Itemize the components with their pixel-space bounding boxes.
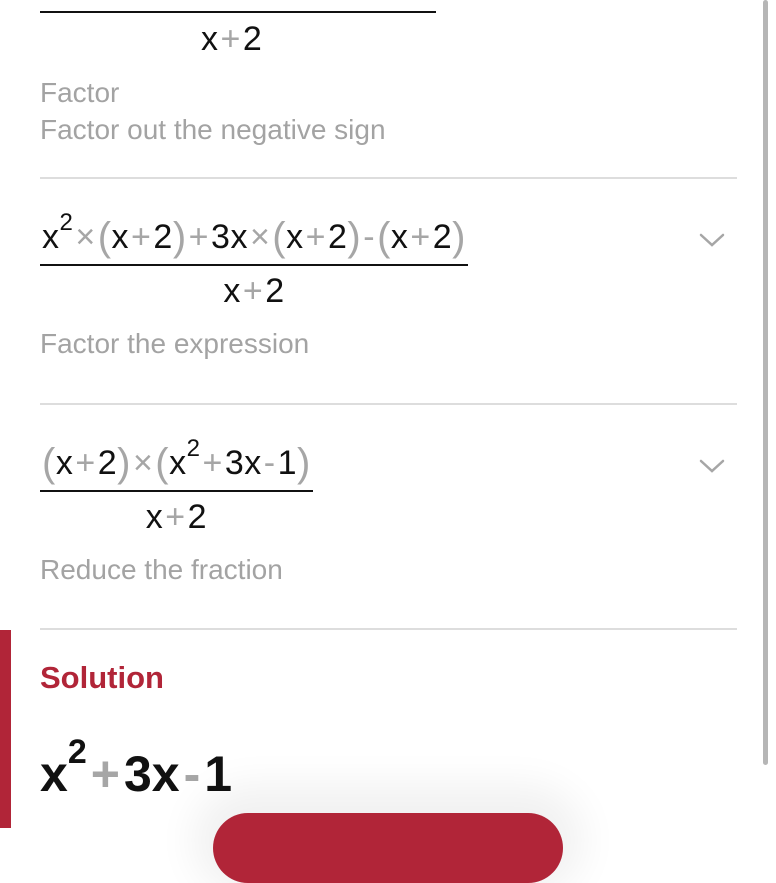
var: x	[201, 20, 219, 58]
divider	[40, 403, 737, 405]
var: x	[390, 218, 409, 256]
var: x	[244, 444, 262, 482]
times-op: ×	[249, 218, 271, 256]
step-1-denominator: x+2	[201, 20, 262, 59]
step-2-fraction: x2×(x+2)+3x×(x+2)-(x+2) x+2	[40, 211, 468, 311]
rparen: )	[172, 215, 187, 259]
divider	[40, 628, 737, 630]
plus-op: +	[410, 218, 431, 256]
step-3-description: Reduce the fraction	[40, 554, 283, 585]
var: x	[55, 444, 74, 482]
times-op: ×	[75, 218, 96, 256]
exponent: 2	[186, 435, 201, 462]
primary-action-button[interactable]	[213, 813, 563, 883]
var: x	[40, 746, 68, 802]
step-3[interactable]: (x+2)×(x2+3x-1) x+2 Reduce the fraction	[40, 437, 737, 588]
fraction-bar	[40, 11, 436, 13]
scrollbar[interactable]	[763, 0, 768, 765]
minus-op: -	[263, 444, 276, 482]
plus-op: +	[75, 444, 96, 482]
chevron-down-icon[interactable]	[699, 233, 725, 247]
step-2[interactable]: x2×(x+2)+3x×(x+2)-(x+2) x+2 Factor the e…	[40, 211, 737, 362]
times-op: ×	[132, 444, 154, 482]
var: x	[230, 218, 248, 256]
lparen: (	[377, 215, 391, 259]
const: 2	[265, 272, 285, 310]
solution-expression: x2+3x-1	[40, 735, 233, 803]
coef: 3	[211, 218, 231, 256]
var: x	[42, 218, 60, 256]
const: 1	[277, 444, 298, 482]
const: 2	[187, 498, 208, 536]
chevron-down-icon[interactable]	[699, 459, 725, 473]
plus-op: +	[131, 218, 152, 256]
divider	[40, 177, 737, 179]
step-title: Factor	[40, 77, 120, 108]
var: x	[169, 444, 187, 482]
var: x	[151, 746, 180, 802]
rparen: )	[297, 441, 311, 485]
plus-op: +	[242, 272, 264, 310]
const: 2	[97, 444, 118, 482]
lparen: (	[155, 441, 170, 485]
step-2-description: Factor the expression	[40, 328, 310, 359]
minus-op: -	[183, 746, 201, 802]
var: x	[145, 498, 164, 536]
step-1-description: Factor Factor out the negative sign	[40, 74, 386, 148]
denominator: x+2	[40, 492, 313, 537]
coef: 3	[123, 746, 152, 802]
lparen: (	[42, 441, 56, 485]
var: x	[286, 218, 304, 256]
plus-op: +	[305, 218, 326, 256]
lparen: (	[97, 215, 112, 259]
const: 2	[242, 20, 263, 58]
rparen: )	[347, 215, 362, 259]
minus-op: -	[363, 218, 376, 256]
solution-title: Solution	[40, 660, 164, 695]
plus-op: +	[188, 218, 210, 256]
numerator: (x+2)×(x2+3x-1)	[40, 437, 313, 492]
exponent: 2	[67, 733, 87, 771]
plus-op: +	[202, 444, 223, 482]
solution-accent-bar	[0, 630, 11, 828]
lparen: (	[272, 215, 287, 259]
plus-op: +	[220, 20, 241, 58]
rparen: )	[117, 441, 131, 485]
plus-op: +	[165, 498, 186, 536]
const: 2	[432, 218, 453, 256]
step-3-fraction: (x+2)×(x2+3x-1) x+2	[40, 437, 313, 537]
const: 2	[327, 218, 348, 256]
denominator: x+2	[40, 266, 468, 311]
step-subtitle: Factor out the negative sign	[40, 114, 386, 145]
coef: 3	[224, 444, 245, 482]
var: x	[223, 272, 241, 310]
var: x	[111, 218, 130, 256]
const: 1	[204, 746, 233, 802]
plus-op: +	[90, 746, 120, 802]
rparen: )	[452, 215, 466, 259]
const: 2	[153, 218, 173, 256]
exponent: 2	[59, 209, 74, 236]
numerator: x2×(x+2)+3x×(x+2)-(x+2)	[40, 211, 468, 266]
